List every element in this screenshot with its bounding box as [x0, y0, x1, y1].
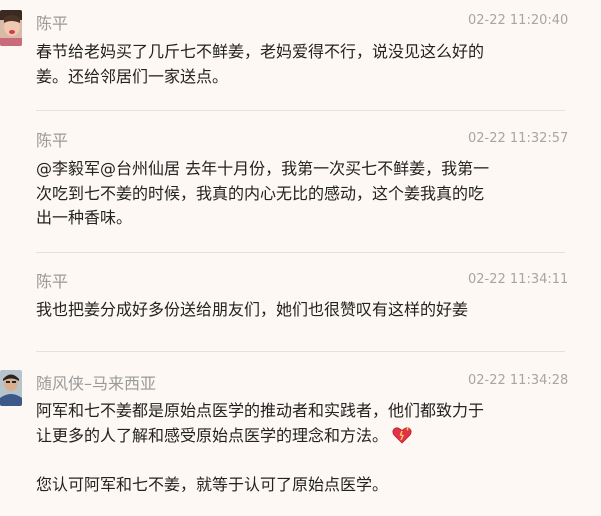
- divider: [36, 351, 565, 352]
- comment-line: 次吃到七不姜的时候，我真的内心无比的感动，这个姜我真的吃: [36, 183, 485, 203]
- avatar[interactable]: [0, 10, 22, 46]
- comment-time: 02-22 11:32:57: [468, 131, 569, 146]
- comment-time: 02-22 11:34:28: [468, 373, 569, 388]
- avatar-photo-icon: [0, 10, 22, 46]
- comment-line: 出一种香味。: [36, 208, 133, 227]
- author-name[interactable]: 陈平: [36, 14, 68, 34]
- divider: [36, 110, 565, 111]
- comment-line: 我也把姜分成好多份送给朋友们，她们也很赞叹有这样的好姜: [36, 300, 469, 319]
- author-name[interactable]: 随风侠–马来西亚: [36, 374, 156, 394]
- author-name[interactable]: 陈平: [36, 131, 68, 151]
- comment-text: 春节给老妈买了几斤七不鲜姜，老妈爱得不行，说没见这么好的 姜。还给邻居们一家送点…: [36, 40, 536, 89]
- divider: [36, 252, 565, 253]
- comment-thread: 陈平 02-22 11:20:40 春节给老妈买了几斤七不鲜姜，老妈爱得不行，说…: [0, 0, 601, 516]
- comment-text: 我也把姜分成好多份送给朋友们，她们也很赞叹有这样的好姜: [36, 298, 536, 323]
- comment-text: @李毅军@台州仙居 去年十月份，我第一次买七不鲜姜，我第一 次吃到七不姜的时候，…: [36, 157, 536, 231]
- comment-line: 春节给老妈买了几斤七不鲜姜，老妈爱得不行，说没见这么好的: [36, 42, 485, 61]
- comment-text: 阿军和七不姜都是原始点医学的推动者和实践者，他们都致力于 让更多的人了解和感受原…: [36, 399, 536, 497]
- avatar-photo-icon: [0, 370, 22, 406]
- comment-line: 您认可阿军和七不姜，就等于认可了原始点医学。: [36, 474, 389, 494]
- comment-time: 02-22 11:20:40: [468, 13, 569, 28]
- avatar[interactable]: [0, 370, 22, 406]
- author-name[interactable]: 陈平: [36, 272, 68, 292]
- comment-line: @李毅军@台州仙居 去年十月份，我第一次买七不鲜姜，我第一: [36, 159, 490, 178]
- sparkling-heart-icon: [392, 426, 412, 444]
- comment-line: 让更多的人了解和感受原始点医学的理念和方法。: [36, 425, 389, 445]
- comment-time: 02-22 11:34:11: [468, 272, 569, 287]
- comment-line-with-emoji: 让更多的人了解和感受原始点医学的理念和方法。: [36, 424, 536, 449]
- comment-line: 阿军和七不姜都是原始点医学的推动者和实践者，他们都致力于: [36, 401, 485, 420]
- comment-line: 姜。还给邻居们一家送点。: [36, 66, 229, 86]
